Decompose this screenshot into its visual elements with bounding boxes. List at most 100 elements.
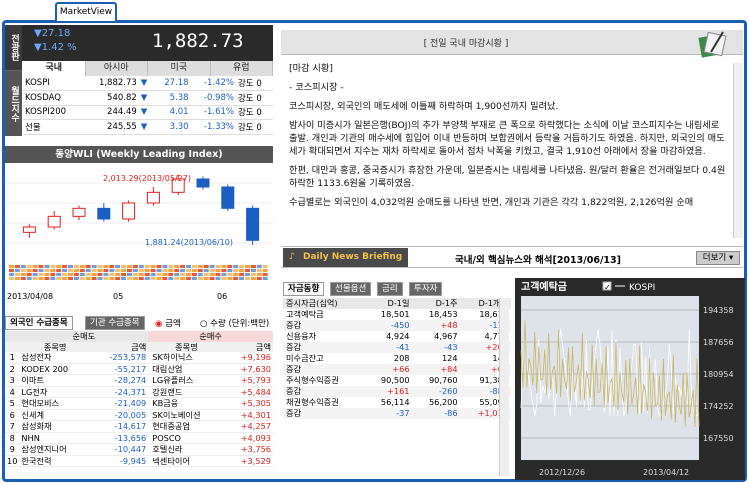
news-scrollbar[interactable]: [733, 63, 743, 238]
fund-value: +161: [387, 386, 410, 396]
tab-us[interactable]: 미국: [148, 61, 211, 76]
flow-row[interactable]: 4 LG전자 -24,371 강원랜드 +5,484: [5, 386, 273, 398]
wli-strip: [138, 265, 144, 268]
fund-scrollbar[interactable]: [499, 298, 509, 476]
tab-interest[interactable]: 금리: [377, 282, 403, 296]
index-strength: 강도 0: [235, 119, 273, 135]
wli-strip: [191, 273, 197, 276]
more-button[interactable]: 더보기 ▾: [696, 251, 740, 265]
index-pct: -1.33%: [190, 119, 236, 135]
flow-row[interactable]: 3 이마트 -28,274 LG유플러스 +5,793: [5, 375, 273, 386]
wli-strip: [256, 273, 262, 276]
index-value: 540.82: [83, 90, 139, 106]
wli-strip: [180, 277, 186, 280]
mic-icon: ♪: [289, 252, 295, 262]
x-label: 2012/12/26: [539, 468, 585, 477]
wli-strip: [174, 273, 180, 276]
fund-value: 56,114: [380, 397, 410, 407]
wli-strip: [197, 273, 203, 276]
flow-row[interactable]: 7 삼성화재 -14,617 현대중공업 +4,257: [5, 421, 273, 432]
wli-low-label: 1,881.24(2013/06/10): [145, 238, 233, 247]
flow-row[interactable]: 9 삼성엔지니어 -10,447 호텔신라 +3,756: [5, 444, 273, 455]
fund-row[interactable]: 채권형수익증권 56,114 56,200 55,097: [283, 397, 511, 408]
rank: 5: [9, 398, 15, 408]
radio-amount[interactable]: ◉ 금액: [155, 317, 181, 329]
fund-row[interactable]: 증감+161-260-884: [283, 386, 511, 397]
sell-amount: -20,005: [114, 409, 147, 420]
wli-strip: [20, 273, 26, 276]
tab-asia[interactable]: 아시아: [86, 61, 148, 76]
buy-amount: +4,301: [240, 409, 271, 420]
side-tab-world-index[interactable]: 월드지수: [5, 71, 22, 136]
tab-fund-flow[interactable]: 자금동향: [283, 282, 325, 296]
wli-strip: [144, 277, 150, 280]
wli-strip: [191, 277, 197, 280]
sell-amount: -9,945: [119, 455, 147, 466]
wli-strip: [227, 269, 233, 272]
briefing-headline[interactable]: 국내/외 핵심뉴스와 해석[2013/06/13]: [455, 252, 621, 266]
tab-futures-options[interactable]: 선물옵션: [330, 282, 372, 296]
fund-value: 56,200: [428, 397, 458, 407]
fund-row[interactable]: 주식형수익증권 90,500 90,760 91,384: [283, 375, 511, 386]
tab-foreign-flow[interactable]: 외국인 수급종목: [5, 316, 73, 330]
flow-row[interactable]: 1 삼성전자 -253,578 SK하이닉스 +9,196: [5, 352, 273, 363]
fund-value: +66: [392, 364, 410, 374]
fund-row[interactable]: 증감-450+48-113: [283, 320, 511, 331]
wli-strip: [191, 265, 197, 268]
flow-row[interactable]: 10 한국전력 -9,945 넥센타이어 +3,529: [5, 455, 273, 467]
index-row[interactable]: KOSPI200 244.49 ▼ 4.01 -1.61% 강도 0: [23, 105, 273, 120]
rank: 8: [9, 432, 15, 443]
wli-strip: [14, 269, 20, 272]
flow-row[interactable]: 6 신세계 -20,005 SK이노베이션 +4,301: [5, 409, 273, 421]
wli-strip: [186, 265, 191, 268]
index-strength: 강도 0: [235, 105, 273, 120]
wli-strip: [262, 265, 268, 268]
wli-strip: [56, 277, 62, 280]
y-label: 187656: [703, 338, 734, 347]
flow-row[interactable]: 5 현대모비스 -21,409 KB금융 +5,305: [5, 398, 273, 409]
index-row[interactable]: 선물 245.55 ▼ 3.30 -1.33% 강도 0: [23, 119, 273, 135]
fund-row[interactable]: 미수금잔고208124141: [283, 353, 511, 364]
fund-row[interactable]: 고객예탁금 18,501 18,453 18,614: [283, 309, 511, 320]
fund-row[interactable]: 증감 -37 -86 +1,017: [283, 408, 511, 419]
fund-row[interactable]: 신용융자 4,924 4,967 4,715: [283, 331, 511, 342]
news-title: [ 전일 국내 마감시황 ]: [423, 39, 509, 49]
fund-row[interactable]: 증감+66+84+67: [283, 364, 511, 375]
sell-stock: LG전자: [21, 386, 48, 397]
daily-news-briefing-button[interactable]: ♪ Daily News Briefing: [283, 248, 408, 267]
radio-on-icon: ◉: [155, 319, 163, 329]
wli-strip: [138, 269, 144, 272]
fund-label: 증감: [286, 408, 302, 418]
radio-quantity[interactable]: ○ 수량 (단위:백만): [200, 317, 269, 329]
radio-quantity-label: 수량 (단위:백만): [210, 319, 270, 329]
side-tab-board[interactable]: 전광판: [5, 25, 22, 71]
wli-strip: [186, 269, 191, 272]
wli-strip: [186, 277, 191, 280]
wli-strip: [215, 265, 221, 268]
market-tabs: 국내 아시아 미국 유럽: [23, 61, 273, 76]
flow-row[interactable]: 2 KODEX 200 -55,217 대림산업 +7,630: [5, 363, 273, 375]
wli-strip: [115, 273, 121, 276]
flow-row[interactable]: 8 NHN -13,656 POSCO +4,093: [5, 432, 273, 444]
fund-row[interactable]: 증감 -41 -43 +209: [283, 342, 511, 353]
wli-strip: [103, 277, 109, 280]
wli-strip: [156, 269, 162, 272]
buy-amount: +5,793: [240, 375, 271, 385]
wli-strip: [32, 277, 38, 280]
rank: 7: [9, 421, 15, 431]
tab-domestic[interactable]: 국내: [23, 61, 86, 76]
fund-value: 90,760: [428, 375, 458, 385]
wli-strip: [156, 273, 162, 276]
marketview-tab[interactable]: MarketView: [55, 2, 117, 21]
index-row[interactable]: KOSDAQ 540.82 ▼ 5.38 -0.98% 강도 0: [23, 90, 273, 106]
buy-amount: +9,196: [240, 352, 271, 362]
tab-institution-flow[interactable]: 기관 수급종목: [85, 316, 145, 330]
legend-label: KOSPI: [629, 283, 655, 293]
tab-investor[interactable]: 투자자: [409, 282, 443, 296]
down-arrow-icon: ▼: [138, 105, 153, 120]
wli-strip: [127, 273, 132, 276]
index-value: 245.55: [83, 119, 139, 135]
wli-strip: [97, 273, 103, 276]
tab-europe[interactable]: 유럽: [211, 61, 273, 76]
index-row[interactable]: KOSPI 1,882.73 ▼ 27.18 -1.42% 강도 0: [23, 76, 273, 91]
